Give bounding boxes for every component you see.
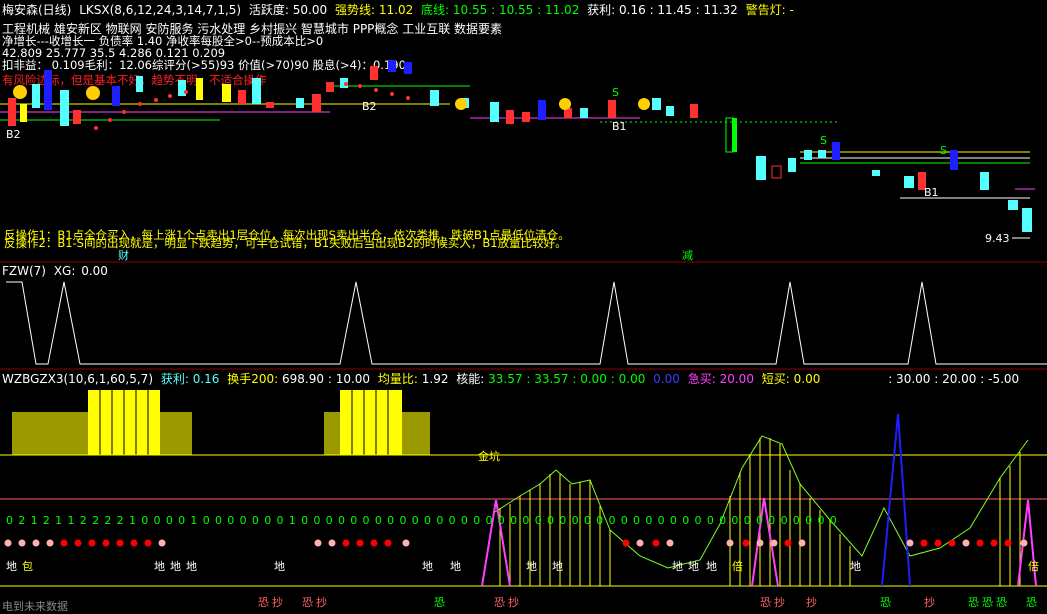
pane2-header: FZW(7) XG: 0.00 [2, 264, 112, 278]
kong-label: 恐 [996, 596, 1007, 609]
fzw-line [6, 281, 1047, 365]
pane2-label[interactable]: FZW(7) [2, 264, 46, 278]
di-label: 地 [186, 560, 197, 573]
di-label: 地 [552, 560, 563, 573]
di-label: 地 [154, 560, 165, 573]
zero-blue: 0.00 [653, 372, 680, 386]
pane3-profit-value: 0.16 [192, 372, 220, 386]
kong-label: 恐 [1026, 596, 1037, 609]
di-label: 地 [450, 560, 461, 573]
chao-label: 抄 [924, 596, 935, 609]
kong-label: 恐 [302, 596, 313, 609]
chao-label: 抄 [806, 596, 817, 609]
footer-watermark: 电到未来数据 [2, 600, 68, 613]
urgent-value: 20.00 [719, 372, 754, 386]
short-value: 0.00 [793, 372, 821, 386]
di-label: 地 [422, 560, 433, 573]
turnover-label: 换手200: [227, 372, 279, 386]
di-label: 地 [672, 560, 683, 573]
core-values: 33.57 : 33.57 : 0.00 : 0.00 [488, 372, 646, 386]
di-label: 地 [170, 560, 181, 573]
kong-label: 恐 [258, 596, 269, 609]
chao-label: 抄 [272, 596, 283, 609]
price-label: 9.43 [985, 232, 1010, 245]
kong-label: 恐 [760, 596, 771, 609]
kong-label: 恐 [494, 596, 505, 609]
di-label: 地 [688, 560, 699, 573]
kong-label: 恐 [982, 596, 993, 609]
turnover-values: 698.90 : 10.00 [282, 372, 371, 386]
xg-value: 0.00 [81, 264, 108, 278]
di-label: 地 [274, 560, 285, 573]
bei-label: 倍 [1028, 560, 1039, 573]
di-label: 地 [6, 560, 17, 573]
xg-label: XG: [53, 264, 76, 278]
volume-blocks [12, 390, 430, 455]
operation-2: 反操作2：B1-S间的出现就是，明显下跌趋势，可半仓试错，B1失败后当出现B2的… [4, 236, 567, 250]
core-label: 核能: [456, 372, 485, 386]
urgent-label: 急买: [687, 372, 716, 386]
s-marker-2: S [820, 134, 827, 147]
s-marker-3: S [940, 144, 947, 157]
digit-row: 0 2 1 2 1 1 2 2 2 2 1 0 0 0 0 1 0 0 0 0 … [6, 514, 838, 527]
pane3-header: WZBGZX3(10,6,1,60,5,7) 获利: 0.16 换手200: 6… [2, 372, 1023, 386]
gold-pit-label: 金坑 [478, 450, 500, 463]
di-label: 地 [850, 560, 861, 573]
chao-label: 抄 [316, 596, 327, 609]
kong-label: 恐 [968, 596, 979, 609]
kong-label: 恐 [880, 596, 891, 609]
jian-marker: 减 [682, 249, 693, 262]
b2-marker-2: B2 [362, 100, 377, 113]
cai-marker: 财 [118, 249, 129, 262]
tail-values: : 30.00 : 20.00 : -5.00 [888, 372, 1020, 386]
ratio-value: 1.92 [421, 372, 449, 386]
bao-label: 包 [22, 560, 33, 573]
b1-marker-2: B1 [924, 186, 939, 199]
pane3-profit-label: 获利: [160, 372, 189, 386]
ratio-label: 均量比: [377, 372, 418, 386]
chao-label: 抄 [774, 596, 785, 609]
bei-label: 倍 [732, 560, 743, 573]
b1-marker: B1 [612, 120, 627, 133]
pane3-label[interactable]: WZBGZX3(10,6,1,60,5,7) [2, 372, 153, 386]
short-label: 短买: [761, 372, 790, 386]
chao-label: 抄 [508, 596, 519, 609]
di-label: 地 [526, 560, 537, 573]
pane3-dots [4, 539, 1028, 547]
b2-marker: B2 [6, 128, 21, 141]
kinetic-curve [481, 413, 1037, 587]
candles [8, 60, 1032, 232]
kong-label: 恐 [434, 596, 445, 609]
s-marker: S [612, 86, 619, 99]
di-label: 地 [706, 560, 717, 573]
